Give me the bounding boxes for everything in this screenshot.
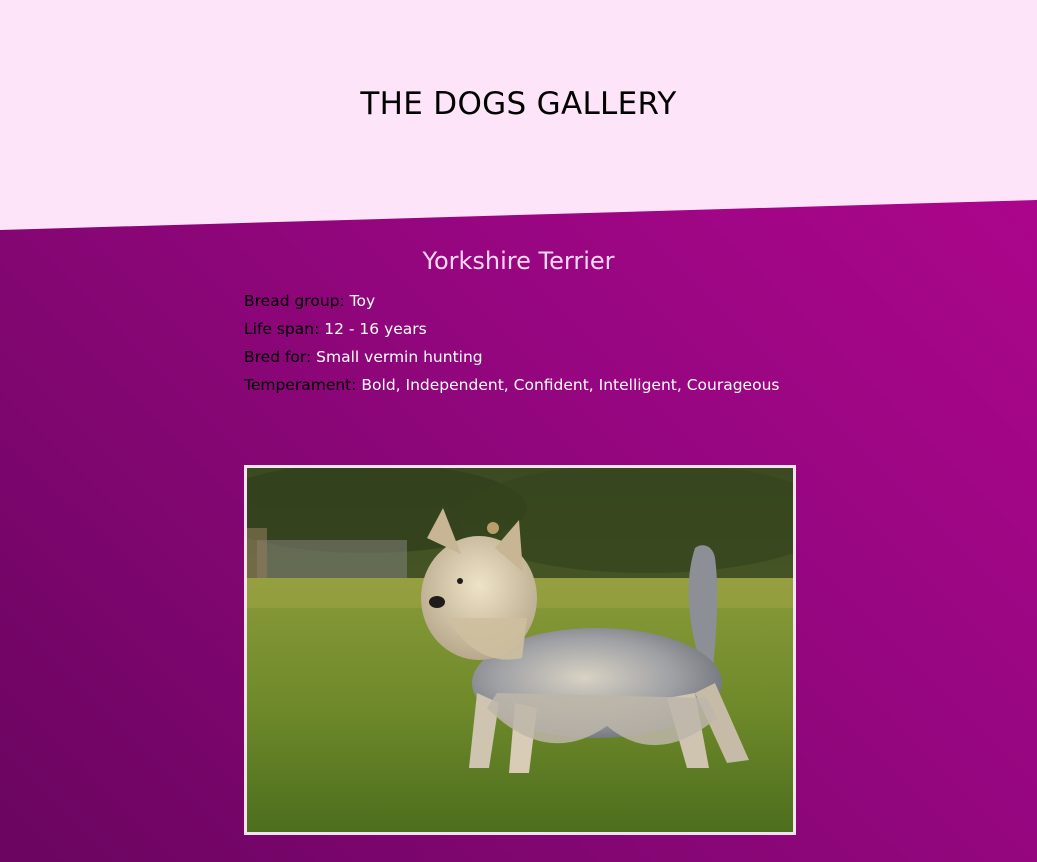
fact-breed-group: Bread group: Toy [244,290,779,318]
fact-label: Bread group: [244,292,345,310]
fact-value: Bold, Independent, Confident, Intelligen… [361,376,780,394]
breed-facts-list: Bread group: Toy Life span: 12 - 16 year… [244,290,779,402]
fact-value: Toy [349,292,376,310]
fact-temperament: Temperament: Bold, Independent, Confiden… [244,374,779,402]
page-title: THE DOGS GALLERY [360,86,677,122]
fact-label: Bred for: [244,348,312,366]
fact-bred-for: Bred for: Small vermin hunting [244,346,779,374]
fact-label: Life span: [244,320,320,338]
fact-value: 12 - 16 years [324,320,427,338]
breed-name: Yorkshire Terrier [422,247,615,275]
dog-photo-illustration [247,468,793,832]
fact-label: Temperament: [244,376,357,394]
dog-photo [244,465,796,835]
fact-life-span: Life span: 12 - 16 years [244,318,779,346]
fact-value: Small vermin hunting [316,348,483,366]
